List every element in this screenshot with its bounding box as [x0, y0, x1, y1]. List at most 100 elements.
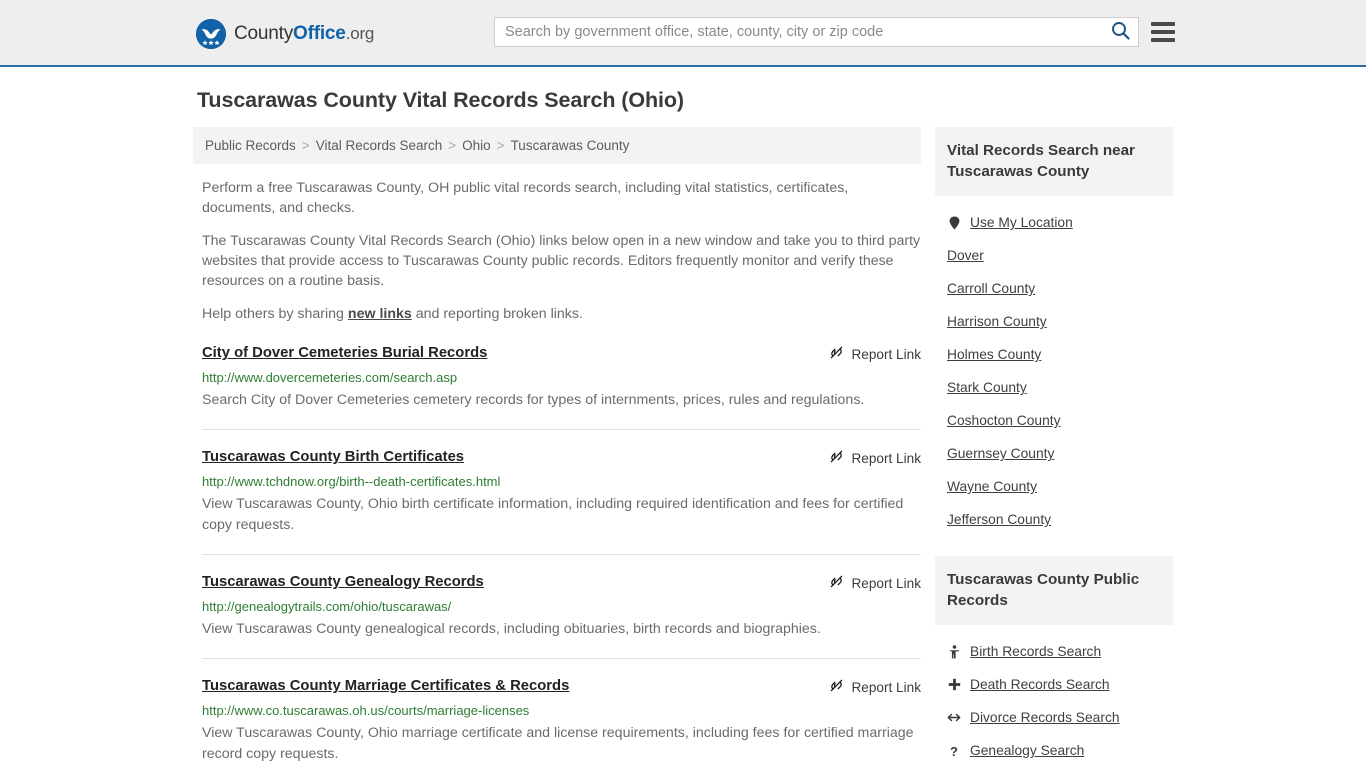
- intro-paragraph-3: Help others by sharing new links and rep…: [193, 304, 921, 324]
- result-header: Tuscarawas County Birth Certificates Rep…: [202, 448, 921, 467]
- result-title-link[interactable]: Tuscarawas County Birth Certificates: [202, 448, 464, 467]
- sidebar-nearby-list: Use My Location Dover Carroll County Har…: [935, 196, 1173, 542]
- result-header: Tuscarawas County Genealogy Records Repo…: [202, 573, 921, 592]
- new-links-link[interactable]: new links: [348, 306, 412, 322]
- sidebar-item-dover[interactable]: Dover: [947, 239, 1173, 272]
- sidebar-nearby-box: Vital Records Search near Tuscarawas Cou…: [935, 127, 1173, 542]
- hamburger-bar-1: [1151, 22, 1175, 26]
- hamburger-menu-icon[interactable]: [1151, 19, 1175, 45]
- intro-p3-before: Help others by sharing: [202, 306, 348, 322]
- sidebar-item-label: Carroll County: [947, 281, 1036, 296]
- report-link-button[interactable]: Report Link: [829, 345, 921, 363]
- report-link-label: Report Link: [851, 346, 921, 362]
- result-description: View Tuscarawas County, Ohio marriage ce…: [202, 725, 914, 762]
- result-url: http://www.dovercemeteries.com/search.as…: [202, 370, 458, 385]
- result-header: City of Dover Cemeteries Burial Records: [202, 344, 921, 363]
- breadcrumb-item-ohio[interactable]: Ohio: [462, 138, 491, 153]
- breadcrumb-item-public-records[interactable]: Public Records: [205, 138, 296, 153]
- sidebar-public-records-heading: Tuscarawas County Public Records: [935, 556, 1173, 625]
- sidebar-item-harrison-county[interactable]: Harrison County: [947, 305, 1173, 338]
- sidebar-item-carroll-county[interactable]: Carroll County: [947, 272, 1173, 305]
- report-link-label: Report Link: [851, 679, 921, 695]
- sidebar-item-death-records-search[interactable]: Death Records Search: [947, 668, 1173, 701]
- broken-link-icon: [829, 449, 844, 467]
- result-description: View Tuscarawas County, Ohio birth certi…: [202, 496, 904, 533]
- search-input[interactable]: [495, 19, 1102, 45]
- result-title-link[interactable]: City of Dover Cemeteries Burial Records: [202, 344, 487, 363]
- result-url: http://www.tchdnow.org/birth--death-cert…: [202, 474, 501, 489]
- breadcrumb-separator: >: [301, 138, 310, 153]
- sidebar-item-label: Genealogy Search: [970, 743, 1085, 758]
- sidebar: Vital Records Search near Tuscarawas Cou…: [935, 127, 1173, 768]
- sidebar-item-stark-county[interactable]: Stark County: [947, 371, 1173, 404]
- map-pin-icon: [947, 216, 961, 230]
- broken-link-icon: [829, 574, 844, 592]
- main-content-column: Public Records > Vital Records Search > …: [193, 127, 921, 768]
- broken-link-icon: [829, 678, 844, 696]
- search-button[interactable]: [1102, 18, 1138, 46]
- result-title-link[interactable]: Tuscarawas County Genealogy Records: [202, 573, 484, 592]
- intro-text: Perform a free Tuscarawas County, OH pub…: [193, 178, 921, 324]
- logo-text-county: County: [234, 23, 294, 44]
- logo-text-org: .org: [345, 24, 375, 43]
- sidebar-item-label: Jefferson County: [947, 512, 1052, 527]
- result-item: City of Dover Cemeteries Burial Records: [202, 344, 921, 430]
- left-right-arrow-icon: [947, 712, 961, 723]
- sidebar-nearby-heading: Vital Records Search near Tuscarawas Cou…: [935, 127, 1173, 196]
- result-url: http://www.co.tuscarawas.oh.us/courts/ma…: [202, 703, 530, 718]
- sidebar-item-coshocton-county[interactable]: Coshocton County: [947, 404, 1173, 437]
- result-item: Tuscarawas County Genealogy Records Repo…: [202, 573, 921, 659]
- eagle-shield-logo-icon: [196, 19, 226, 49]
- sidebar-item-genealogy-search[interactable]: ? Genealogy Search: [947, 734, 1173, 767]
- result-header: Tuscarawas County Marriage Certificates …: [202, 677, 921, 696]
- sidebar-item-use-my-location[interactable]: Use My Location: [947, 206, 1173, 239]
- sidebar-item-divorce-records-search[interactable]: Divorce Records Search: [947, 701, 1173, 734]
- logo-text-office: Office: [293, 23, 346, 44]
- report-link-button[interactable]: Report Link: [829, 678, 921, 696]
- sidebar-item-jefferson-county[interactable]: Jefferson County: [947, 503, 1173, 536]
- sidebar-item-wayne-county[interactable]: Wayne County: [947, 470, 1173, 503]
- breadcrumb: Public Records > Vital Records Search > …: [193, 127, 921, 164]
- sidebar-item-label: Harrison County: [947, 314, 1047, 329]
- sidebar-public-records-box: Tuscarawas County Public Records Birth R…: [935, 556, 1173, 768]
- site-logo-text: CountyOffice.org: [234, 23, 374, 45]
- breadcrumb-item-vital-records-search[interactable]: Vital Records Search: [316, 138, 443, 153]
- result-title-link[interactable]: Tuscarawas County Marriage Certificates …: [202, 677, 569, 696]
- report-link-label: Report Link: [851, 450, 921, 466]
- search-bar[interactable]: [494, 17, 1139, 47]
- page-title: Tuscarawas County Vital Records Search (…: [197, 88, 684, 112]
- sidebar-item-guernsey-county[interactable]: Guernsey County: [947, 437, 1173, 470]
- result-url: http://genealogytrails.com/ohio/tuscaraw…: [202, 599, 452, 614]
- sidebar-item-label: Death Records Search: [970, 677, 1110, 692]
- cross-icon: [947, 678, 961, 691]
- hamburger-bar-3: [1151, 38, 1175, 42]
- sidebar-item-label: Stark County: [947, 380, 1027, 395]
- site-header: CountyOffice.org: [0, 0, 1366, 67]
- breadcrumb-separator: >: [496, 138, 505, 153]
- question-mark-icon: ?: [947, 744, 961, 758]
- sidebar-public-records-list: Birth Records Search Death Records Searc…: [935, 625, 1173, 768]
- result-item: Tuscarawas County Birth Certificates Rep…: [202, 448, 921, 555]
- hamburger-bar-2: [1151, 30, 1175, 34]
- sidebar-item-label: Birth Records Search: [970, 644, 1102, 659]
- broken-link-icon: [829, 345, 844, 363]
- site-logo[interactable]: CountyOffice.org: [196, 19, 374, 49]
- sidebar-item-label: Coshocton County: [947, 413, 1061, 428]
- report-link-button[interactable]: Report Link: [829, 574, 921, 592]
- report-link-button[interactable]: Report Link: [829, 449, 921, 467]
- sidebar-item-label: Dover: [947, 248, 984, 263]
- sidebar-item-holmes-county[interactable]: Holmes County: [947, 338, 1173, 371]
- intro-p3-after: and reporting broken links.: [411, 306, 583, 322]
- intro-paragraph-1: Perform a free Tuscarawas County, OH pub…: [202, 180, 849, 216]
- sidebar-item-label: Divorce Records Search: [970, 710, 1120, 725]
- result-description: View Tuscarawas County genealogical reco…: [202, 621, 821, 637]
- breadcrumb-separator: >: [448, 138, 457, 153]
- breadcrumb-item-tuscarawas-county: Tuscarawas County: [510, 138, 630, 153]
- svg-text:?: ?: [950, 744, 958, 758]
- sidebar-item-birth-records-search[interactable]: Birth Records Search: [947, 635, 1173, 668]
- result-description: Search City of Dover Cemeteries cemetery…: [202, 392, 865, 408]
- sidebar-item-label: Holmes County: [947, 347, 1042, 362]
- sidebar-item-label: Use My Location: [970, 215, 1073, 230]
- page-body: Tuscarawas County Vital Records Search (…: [0, 67, 1366, 768]
